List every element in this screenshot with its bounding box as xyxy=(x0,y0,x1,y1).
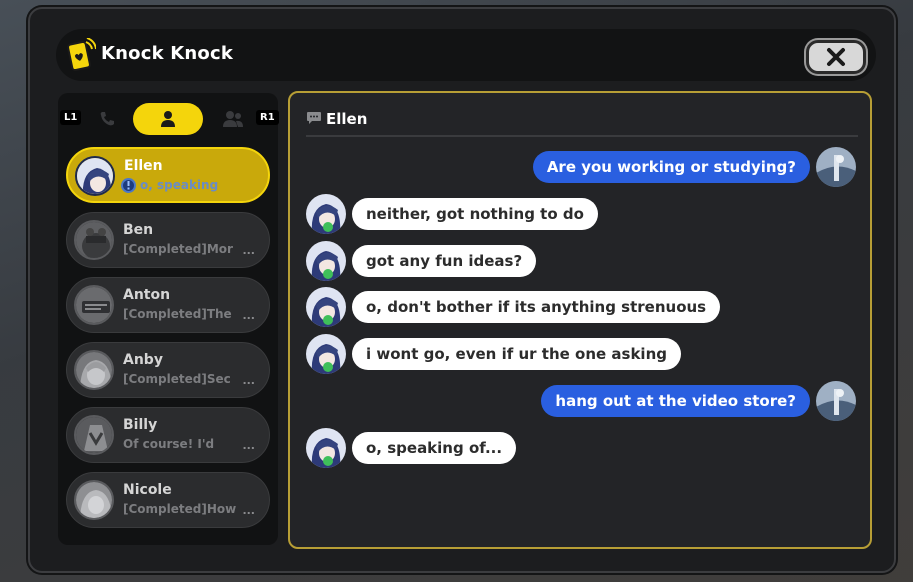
contact-preview: o, speaking xyxy=(140,178,219,192)
message-row-incoming: i wont go, even if ur the one asking xyxy=(306,334,866,374)
message-row-incoming: neither, got nothing to do xyxy=(306,194,866,234)
contact-name: Anton xyxy=(123,287,171,303)
contact-name: Nicole xyxy=(123,482,172,498)
preview-ellipsis: ... xyxy=(242,309,255,322)
tab-contacts[interactable] xyxy=(133,103,203,135)
message-bubble: i wont go, even if ur the one asking xyxy=(352,338,681,370)
message-row-incoming: o, speaking of... xyxy=(306,428,866,468)
chat-panel: Ellen Are you working or studying? neith… xyxy=(288,91,872,549)
preview-ellipsis: ... xyxy=(242,439,255,452)
avatar xyxy=(74,480,114,520)
knock-knock-window: Knock Knock L1 R1 Ellen o, speaking Ben … xyxy=(28,7,896,573)
contact-name: Anby xyxy=(123,352,163,368)
ellen-avatar xyxy=(306,194,346,234)
person-icon xyxy=(161,111,175,127)
contact-item-anton[interactable]: Anton [Completed]The ... xyxy=(66,277,270,333)
chat-bubble-icon xyxy=(307,112,321,124)
ellen-avatar xyxy=(306,287,346,327)
ellen-avatar xyxy=(306,334,346,374)
contact-name: Ellen xyxy=(124,158,163,174)
message-bubble: o, don't bother if its anything strenuou… xyxy=(352,291,721,323)
tab-calls[interactable] xyxy=(72,103,142,135)
contact-item-billy[interactable]: Billy Of course! I'd ... xyxy=(66,407,270,463)
close-button[interactable] xyxy=(806,40,866,74)
ellen-avatar xyxy=(306,241,346,281)
phone-icon xyxy=(100,112,114,126)
message-row-incoming: o, don't bother if its anything strenuou… xyxy=(306,287,866,327)
message-row-incoming: got any fun ideas? xyxy=(306,241,866,281)
group-icon xyxy=(223,111,243,127)
message-bubble: got any fun ideas? xyxy=(352,245,537,277)
avatar xyxy=(74,415,114,455)
contact-name: Billy xyxy=(123,417,158,433)
contact-item-nicole[interactable]: Nicole [Completed]How ... xyxy=(66,472,270,528)
avatar xyxy=(75,156,115,196)
r1-key-hint[interactable]: R1 xyxy=(256,110,279,125)
player-avatar xyxy=(816,147,856,187)
app-title: Knock Knock xyxy=(101,43,234,64)
contact-item-ben[interactable]: Ben [Completed]Mor ... xyxy=(66,212,270,268)
contacts-panel: L1 R1 Ellen o, speaking Ben [Completed]M… xyxy=(58,93,279,545)
message-bubble: neither, got nothing to do xyxy=(352,198,598,230)
ellen-avatar xyxy=(306,428,346,468)
preview-ellipsis: ... xyxy=(242,374,255,387)
preview-ellipsis: ... xyxy=(242,244,255,257)
tab-bar: L1 R1 xyxy=(58,101,279,137)
message-bubble: Are you working or studying? xyxy=(532,151,810,183)
phone-heart-icon xyxy=(66,37,97,72)
contact-name: Ben xyxy=(123,222,154,238)
message-bubble: o, speaking of... xyxy=(352,432,517,464)
contact-item-anby[interactable]: Anby [Completed]Sec ... xyxy=(66,342,270,398)
message-bubble: hang out at the video store? xyxy=(541,385,810,417)
preview-ellipsis: ... xyxy=(242,504,255,517)
unread-indicator xyxy=(121,178,136,193)
avatar xyxy=(74,285,114,325)
message-row-outgoing: Are you working or studying? xyxy=(290,147,870,187)
player-avatar xyxy=(816,381,856,421)
chat-header: Ellen xyxy=(306,107,858,137)
chat-contact-name: Ellen xyxy=(326,110,368,128)
message-row-outgoing: hang out at the video store? xyxy=(290,381,870,421)
close-icon xyxy=(827,48,845,66)
contact-item-ellen[interactable]: Ellen o, speaking xyxy=(66,147,270,203)
avatar xyxy=(74,350,114,390)
avatar xyxy=(74,220,114,260)
